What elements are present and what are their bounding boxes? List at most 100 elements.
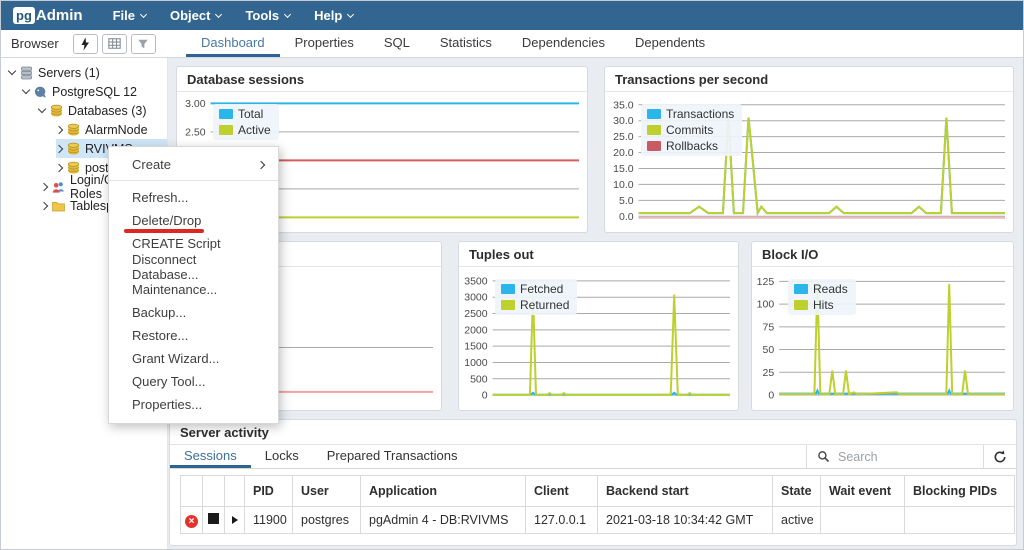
svg-text:15.0: 15.0 [613, 163, 634, 175]
tab-sessions[interactable]: Sessions [170, 445, 251, 468]
quick-search-button[interactable] [72, 33, 98, 54]
tab-dependencies[interactable]: Dependencies [507, 30, 620, 57]
svg-text:75: 75 [763, 321, 775, 333]
tab-dashboard[interactable]: Dashboard [186, 30, 280, 57]
legend-swatch [647, 125, 661, 135]
view-data-button[interactable] [101, 33, 127, 54]
svg-text:35.0: 35.0 [613, 99, 634, 111]
svg-text:30.0: 30.0 [613, 115, 634, 127]
tree-item-alarmnode[interactable]: AlarmNode [1, 120, 167, 139]
cell-state: active [772, 506, 821, 534]
card-title: Database sessions [177, 67, 587, 92]
menu-item-query-tool[interactable]: Query Tool... [109, 370, 278, 393]
legend-swatch [219, 109, 233, 119]
database-icon [67, 142, 80, 154]
tree-item-postgresql-12[interactable]: PostgreSQL 12 [1, 82, 167, 101]
logo-pg-badge: pg [13, 7, 35, 24]
chevron-right-icon[interactable] [39, 182, 49, 191]
chevron-down-icon [347, 10, 355, 18]
legend-swatch [501, 284, 515, 294]
menu-help[interactable]: Help [302, 1, 365, 30]
menu-item-disconnect-database[interactable]: Disconnect Database... [109, 252, 278, 282]
tab-sql[interactable]: SQL [369, 30, 425, 57]
chevron-down-icon [139, 10, 148, 18]
filter-icon [138, 39, 148, 48]
chevron-down-icon[interactable] [21, 85, 31, 95]
legend-swatch [647, 109, 661, 119]
legend-label: Rollbacks [666, 139, 719, 153]
menu-file[interactable]: File [101, 1, 158, 30]
chevron-right-icon[interactable] [54, 125, 64, 134]
terminate-session-icon[interactable]: × [185, 514, 198, 528]
legend-label: Total [238, 107, 264, 121]
login-roles-icon [52, 181, 64, 193]
session-search [806, 445, 984, 468]
expand-row-icon[interactable] [231, 516, 238, 524]
refresh-button[interactable] [984, 445, 1016, 468]
tab-properties[interactable]: Properties [280, 30, 369, 57]
chevron-down-icon [284, 10, 292, 18]
legend-swatch [219, 125, 233, 135]
svg-text:2500: 2500 [464, 308, 488, 320]
block-io-chart: 125 100 75 50 25 0 Reads Hits [752, 267, 1013, 410]
legend-swatch [794, 300, 808, 310]
legend-label: Active [238, 123, 271, 137]
legend-swatch [647, 141, 661, 151]
pgadmin-logo: pg Admin [13, 7, 83, 24]
chevron-right-icon[interactable] [39, 201, 49, 210]
menu-tools[interactable]: Tools [233, 1, 302, 30]
legend-entry: Transactions [647, 107, 734, 121]
table-header-row: PID User Application Client Backend star… [180, 475, 1015, 507]
menu-item-backup[interactable]: Backup... [109, 301, 278, 324]
menu-item-delete-drop[interactable]: Delete/Drop [109, 209, 278, 233]
legend-entry: Commits [647, 123, 734, 137]
tree-item-label: AlarmNode [85, 122, 148, 137]
chevron-down-icon[interactable] [37, 104, 47, 114]
svg-text:0: 0 [768, 390, 774, 402]
transactions-per-second-chart: 35.0 30.0 25.0 20.0 15.0 10.0 5.0 0.0 Transactio… [605, 92, 1013, 232]
legend-entry: Rollbacks [647, 139, 734, 153]
chevron-right-icon [256, 160, 266, 169]
svg-text:100: 100 [757, 299, 775, 311]
legend-entry: Hits [794, 298, 848, 312]
col-backend-start: Backend start [597, 475, 773, 507]
search-input[interactable] [838, 449, 958, 464]
legend-swatch [501, 300, 515, 310]
legend-entry: Returned [501, 298, 569, 312]
tab-prepared-transactions[interactable]: Prepared Transactions [313, 445, 472, 468]
refresh-icon [994, 449, 1006, 462]
legend-label: Transactions [666, 107, 735, 121]
menu-item-properties[interactable]: Properties... [109, 393, 278, 416]
menu-object[interactable]: Object [158, 1, 233, 30]
legend-swatch [794, 284, 808, 294]
menu-item-maintenance[interactable]: Maintenance... [109, 278, 278, 301]
server-activity-title: Server activity [180, 425, 269, 440]
svg-text:2.50: 2.50 [185, 126, 206, 138]
chevron-right-icon[interactable] [54, 163, 64, 172]
cell-backend-start: 2021-03-18 10:34:42 GMT [597, 506, 773, 534]
tree-item-databases[interactable]: Databases (3) [1, 101, 167, 120]
tab-locks[interactable]: Locks [251, 445, 313, 468]
cancel-query-icon[interactable] [208, 513, 219, 524]
menu-item-refresh[interactable]: Refresh... [109, 186, 278, 209]
legend-label: Reads [813, 282, 848, 296]
chevron-down-icon[interactable] [7, 66, 17, 76]
menu-item-grant-wizard[interactable]: Grant Wizard... [109, 347, 278, 370]
tree-item-servers[interactable]: Servers (1) [1, 63, 167, 82]
legend-entry: Active [219, 123, 271, 137]
chart-legend: Reads Hits [788, 279, 856, 315]
filter-button[interactable] [130, 33, 156, 54]
card-server-activity: Server activity Sessions Locks Prepared … [169, 419, 1017, 546]
menu-item-restore[interactable]: Restore... [109, 324, 278, 347]
tab-dependents[interactable]: Dependents [620, 30, 720, 57]
tab-statistics[interactable]: Statistics [425, 30, 507, 57]
col-state: State [772, 475, 821, 507]
context-menu: Create Refresh... Delete/Drop CREATE Scr… [108, 146, 279, 424]
menu-item-create[interactable]: Create [109, 153, 278, 176]
browser-title: Browser [11, 36, 59, 51]
svg-text:10.0: 10.0 [613, 179, 634, 191]
svg-text:1000: 1000 [464, 357, 488, 369]
document-tabs: Dashboard Properties SQL Statistics Depe… [186, 30, 1023, 57]
chevron-right-icon[interactable] [54, 144, 64, 153]
svg-text:25.0: 25.0 [613, 131, 634, 143]
